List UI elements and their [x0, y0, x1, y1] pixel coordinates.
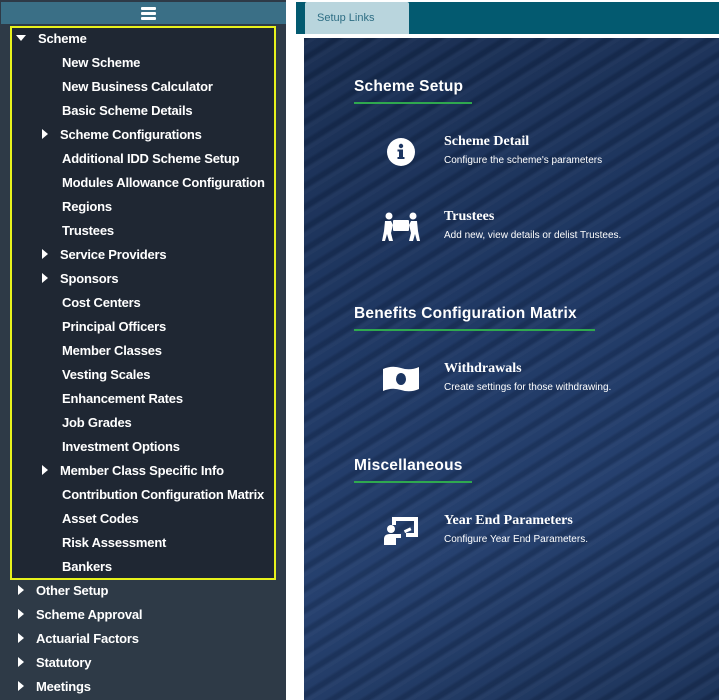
sidebar-subitem-label: New Business Calculator — [62, 78, 213, 94]
sidebar-subitem-label: Regions — [62, 198, 112, 214]
caret-down-icon — [16, 35, 26, 41]
chalkboard-teacher-icon — [382, 513, 420, 549]
sidebar-subitem-label: New Scheme — [62, 54, 141, 70]
sidebar-subitem-contribution-configuration-matrix[interactable]: Contribution Configuration Matrix — [62, 482, 264, 506]
sidebar: Scheme New Scheme New Business Calculato… — [0, 0, 286, 700]
sidebar-subitem-member-class-specific-info[interactable]: Member Class Specific Info — [42, 458, 224, 482]
sidebar-subitem-sponsors[interactable]: Sponsors — [42, 266, 119, 290]
link-title: Year End Parameters — [444, 513, 573, 528]
sidebar-subitem-trustees[interactable]: Trustees — [62, 218, 114, 242]
link-description: Configure Year End Parameters. — [444, 534, 588, 545]
hamburger-icon — [141, 6, 156, 20]
link-year-end-parameters[interactable]: Year End Parameters Configure Year End P… — [382, 513, 702, 557]
sidebar-subitem-enhancement-rates[interactable]: Enhancement Rates — [62, 386, 183, 410]
sidebar-subitem-vesting-scales[interactable]: Vesting Scales — [62, 362, 150, 386]
sidebar-subitem-scheme-configurations[interactable]: Scheme Configurations — [42, 122, 202, 146]
sidebar-subitem-principal-officers[interactable]: Principal Officers — [62, 314, 166, 338]
sidebar-subitem-label: Service Providers — [60, 246, 167, 262]
menu-toggle-button[interactable] — [1, 2, 296, 24]
sidebar-subitem-label: Asset Codes — [62, 510, 139, 526]
link-trustees[interactable]: Trustees Add new, view details or delist… — [382, 209, 702, 253]
people-carry-icon — [382, 209, 420, 245]
tab-bar: Setup Links — [296, 2, 719, 34]
sidebar-item-other-setup[interactable]: Other Setup — [18, 578, 108, 602]
link-description: Add new, view details or delist Trustees… — [444, 230, 622, 241]
sidebar-subitem-label: Trustees — [62, 222, 114, 238]
sidebar-item-label: Scheme — [38, 30, 87, 46]
caret-right-icon — [42, 129, 48, 139]
sidebar-subitem-label: Sponsors — [60, 270, 119, 286]
section-underline — [354, 329, 595, 331]
sidebar-subitem-label: Modules Allowance Configuration — [62, 174, 265, 190]
section-title-benefits-configuration-matrix: Benefits Configuration Matrix — [354, 305, 577, 322]
sidebar-subitem-label: Investment Options — [62, 438, 180, 454]
sidebar-subitem-label: Job Grades — [62, 414, 132, 430]
sidebar-subitem-bankers[interactable]: Bankers — [62, 554, 112, 578]
sidebar-subitem-member-classes[interactable]: Member Classes — [62, 338, 162, 362]
sidebar-subitem-label: Principal Officers — [62, 318, 167, 334]
caret-right-icon — [42, 465, 48, 475]
sidebar-subitem-label: Vesting Scales — [62, 366, 151, 382]
sidebar-subitem-label: Scheme Configurations — [60, 126, 202, 142]
sidebar-subitem-label: Enhancement Rates — [62, 390, 183, 406]
sidebar-subitem-new-business-calculator[interactable]: New Business Calculator — [62, 74, 213, 98]
sidebar-subitem-risk-assessment[interactable]: Risk Assessment — [62, 530, 166, 554]
sidebar-subitem-label: Cost Centers — [62, 294, 141, 310]
sidebar-item-meetings[interactable]: Meetings — [18, 674, 91, 698]
caret-right-icon — [18, 657, 24, 667]
sidebar-subitem-label: Bankers — [62, 558, 112, 574]
caret-right-icon — [42, 249, 48, 259]
sidebar-item-label: Meetings — [36, 678, 91, 694]
main-content: Setup Links Scheme Setup Scheme Detail C… — [296, 0, 719, 700]
money-bill-wave-icon — [382, 361, 420, 397]
link-description: Create settings for those withdrawing. — [444, 382, 612, 393]
sidebar-item-scheme[interactable]: Scheme — [16, 26, 87, 50]
caret-right-icon — [18, 633, 24, 643]
section-underline — [354, 102, 472, 104]
sidebar-item-label: Scheme Approval — [36, 606, 143, 622]
sidebar-subitem-label: Risk Assessment — [62, 534, 167, 550]
sidebar-subitem-basic-scheme-details[interactable]: Basic Scheme Details — [62, 98, 193, 122]
sidebar-subitem-service-providers[interactable]: Service Providers — [42, 242, 167, 266]
sidebar-subitem-label: Basic Scheme Details — [62, 102, 193, 118]
sidebar-subitem-cost-centers[interactable]: Cost Centers — [62, 290, 141, 314]
setup-links-panel: Scheme Setup Scheme Detail Configure the… — [304, 38, 719, 700]
link-withdrawals[interactable]: Withdrawals Create settings for those wi… — [382, 361, 702, 405]
caret-right-icon — [18, 609, 24, 619]
section-title-scheme-setup: Scheme Setup — [354, 78, 464, 95]
sidebar-item-scheme-approval[interactable]: Scheme Approval — [18, 602, 143, 626]
sidebar-item-label: Other Setup — [36, 582, 109, 598]
sidebar-subitem-new-scheme[interactable]: New Scheme — [62, 50, 140, 74]
sidebar-subitem-modules-allowance-configuration[interactable]: Modules Allowance Configuration — [62, 170, 265, 194]
sidebar-item-label: Statutory — [36, 654, 92, 670]
sidebar-subitem-asset-codes[interactable]: Asset Codes — [62, 506, 139, 530]
sidebar-divider — [286, 0, 296, 700]
sidebar-item-actuarial-factors[interactable]: Actuarial Factors — [18, 626, 139, 650]
sidebar-subitem-label: Member Classes — [62, 342, 162, 358]
sidebar-subitem-investment-options[interactable]: Investment Options — [62, 434, 180, 458]
sidebar-subitem-label: Member Class Specific Info — [60, 462, 224, 478]
sidebar-subitem-additional-idd-scheme-setup[interactable]: Additional IDD Scheme Setup — [62, 146, 240, 170]
section-underline — [354, 481, 472, 483]
link-scheme-detail[interactable]: Scheme Detail Configure the scheme's par… — [382, 134, 702, 178]
link-title: Trustees — [444, 209, 495, 224]
link-description: Configure the scheme's parameters — [444, 155, 603, 166]
info-circle-icon — [382, 134, 420, 170]
sidebar-subitem-label: Contribution Configuration Matrix — [62, 486, 265, 502]
link-title: Scheme Detail — [444, 134, 530, 149]
sidebar-subitem-label: Additional IDD Scheme Setup — [62, 150, 240, 166]
sidebar-item-label: Actuarial Factors — [36, 630, 139, 646]
sidebar-item-statutory[interactable]: Statutory — [18, 650, 91, 674]
caret-right-icon — [18, 585, 24, 595]
sidebar-subitem-regions[interactable]: Regions — [62, 194, 112, 218]
link-title: Withdrawals — [444, 361, 522, 376]
caret-right-icon — [18, 681, 24, 691]
sidebar-subitem-job-grades[interactable]: Job Grades — [62, 410, 132, 434]
caret-right-icon — [42, 273, 48, 283]
tab-setup-links[interactable]: Setup Links — [305, 2, 409, 34]
section-title-miscellaneous: Miscellaneous — [354, 457, 463, 474]
